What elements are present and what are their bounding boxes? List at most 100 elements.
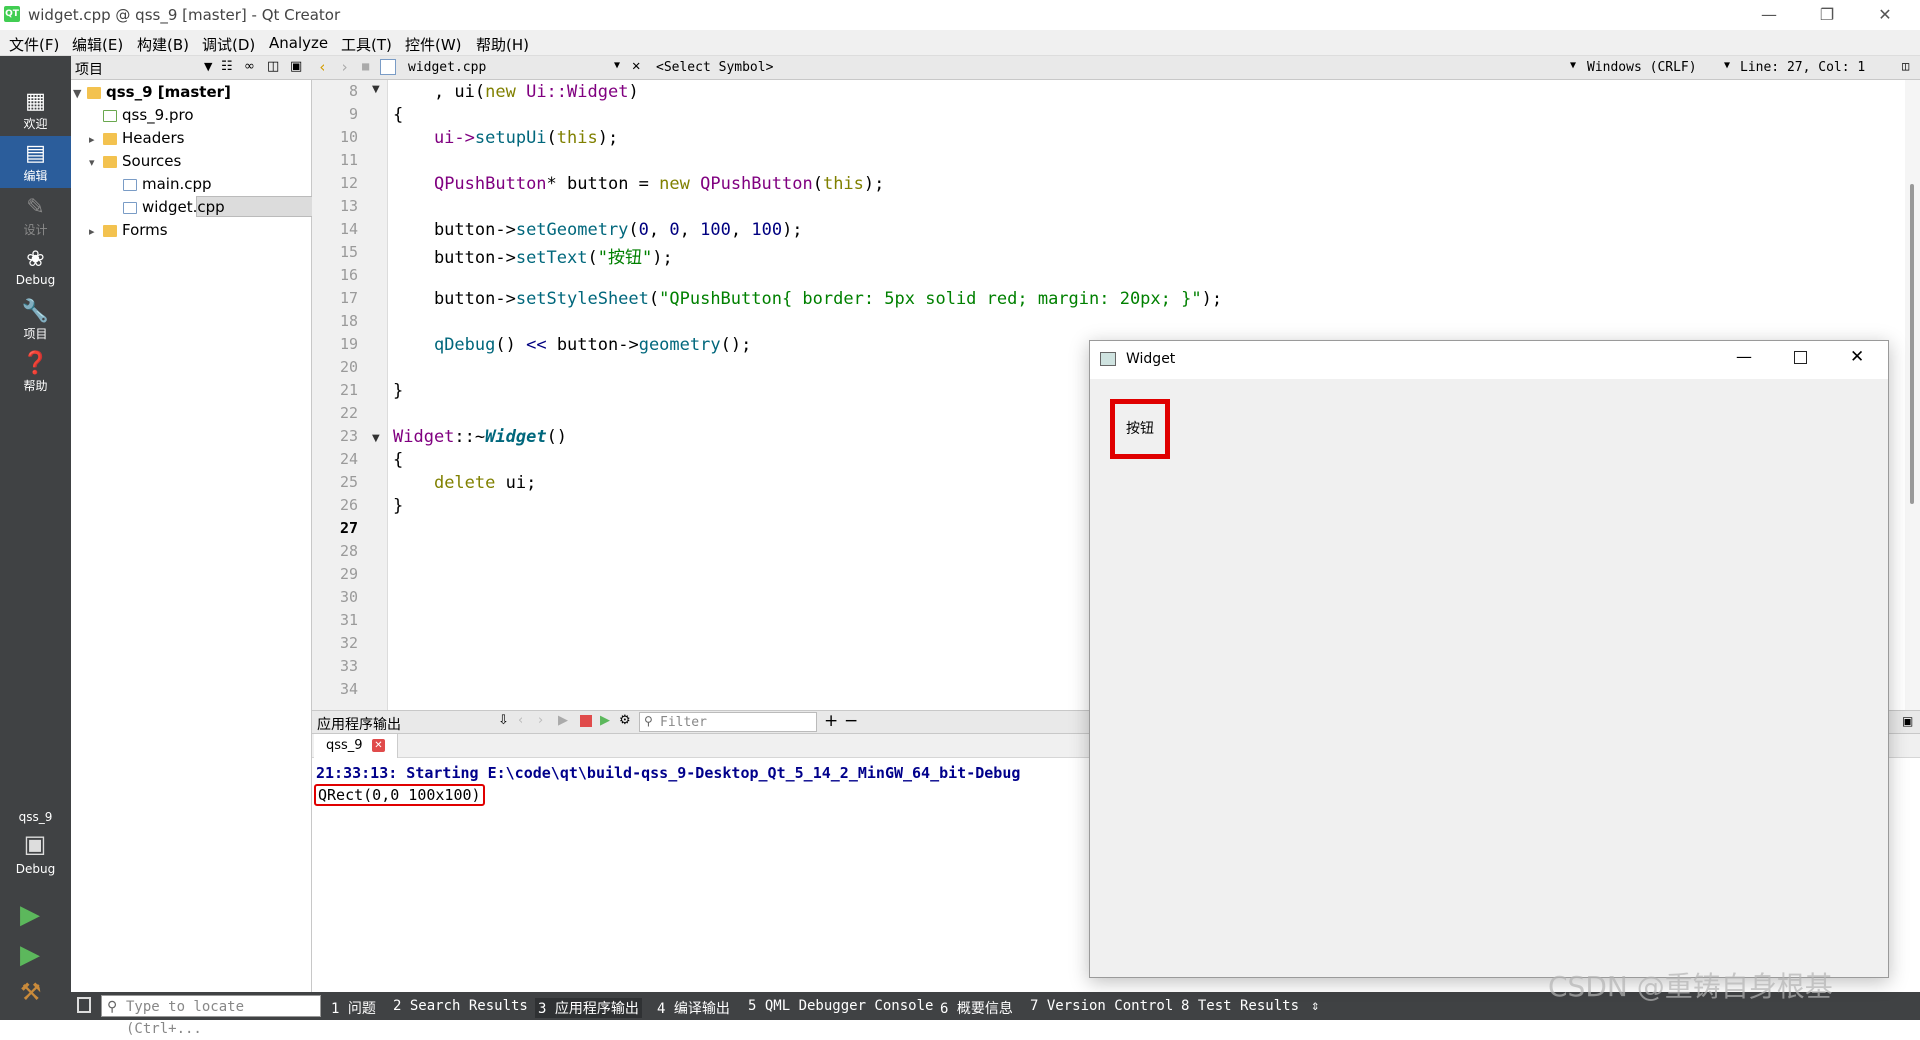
widget-window[interactable]: Widget — ✕ 按钮: [1089, 340, 1889, 978]
mode-help[interactable]: ❓ 帮助: [0, 346, 71, 398]
chevron-down-icon[interactable]: ▼: [204, 60, 212, 73]
toggle-sidebar-icon[interactable]: [77, 997, 91, 1013]
line-number: 15: [339, 243, 358, 261]
pane-tab-test-results[interactable]: 8 Test Results: [1181, 998, 1299, 1014]
filter-icon[interactable]: ☷: [221, 59, 233, 74]
styled-push-button[interactable]: 按钮: [1110, 399, 1170, 459]
code-line-14: button->setGeometry(0, 0, 100, 100);: [393, 220, 803, 240]
editor-scrollbar[interactable]: [1905, 80, 1920, 710]
menu-controls[interactable]: 控件(W): [405, 34, 462, 55]
mode-welcome[interactable]: ▦ 欢迎: [0, 84, 71, 136]
mode-debug[interactable]: ❀ Debug: [0, 242, 71, 294]
maximize-pane-icon[interactable]: ▣: [1902, 714, 1913, 728]
output-qrect-line: QRect(0,0 100x100): [314, 784, 485, 806]
back-arrow-icon[interactable]: ‹: [318, 58, 327, 76]
code-line-9: {: [393, 105, 404, 125]
next-icon[interactable]: ›: [538, 713, 543, 728]
pane-tab-qml-debugger[interactable]: 5 QML Debugger Console: [748, 998, 933, 1014]
line-number: 22: [339, 404, 358, 422]
cpp-file-icon: [123, 201, 137, 214]
forward-arrow-icon[interactable]: ›: [340, 58, 349, 76]
maximize-icon[interactable]: [1794, 351, 1807, 364]
minimize-icon[interactable]: —: [1736, 347, 1752, 366]
menu-analyze[interactable]: Analyze: [269, 34, 328, 52]
run-icon[interactable]: ▶: [20, 900, 40, 930]
tree-item-main-cpp[interactable]: main.cpp: [123, 175, 212, 193]
mode-selector: ▦ 欢迎 ▤ 编辑 ✎ 设计 ❀ Debug 🔧 项目 ❓ 帮助 qss_9 ▣…: [0, 56, 71, 1020]
remove-icon[interactable]: −: [844, 711, 858, 731]
settings-gear-icon[interactable]: ⚙: [619, 713, 631, 728]
tree-item-forms[interactable]: ▸ Forms: [89, 221, 168, 239]
line-number: 29: [339, 565, 358, 583]
line-number: 20: [339, 358, 358, 376]
project-pane-title: 项目: [75, 62, 103, 78]
tree-item-widget-cpp[interactable]: widget.cpp: [123, 198, 225, 216]
chevron-updown-icon[interactable]: ⇕: [1311, 998, 1319, 1014]
pane-tab-search-results[interactable]: 2 Search Results: [393, 998, 528, 1014]
mode-label: 设计: [23, 223, 48, 237]
tree-item-project[interactable]: ▼ qss_9 [master]: [73, 83, 231, 101]
monitor-icon[interactable]: ▣: [20, 830, 50, 858]
menu-debug[interactable]: 调试(D): [202, 34, 255, 55]
close-icon[interactable]: ✕: [1850, 347, 1864, 367]
menu-tools[interactable]: 工具(T): [341, 34, 392, 55]
clear-icon[interactable]: ⇩: [498, 713, 509, 728]
fold-marker-icon[interactable]: ▼: [372, 433, 380, 444]
symbol-selector[interactable]: <Select Symbol>: [656, 60, 773, 75]
project-icon: [87, 86, 101, 99]
mode-design[interactable]: ✎ 设计: [0, 190, 71, 242]
close-button[interactable]: ✕: [1856, 0, 1914, 30]
split-editor-icon[interactable]: ◫: [1902, 59, 1909, 73]
tree-item-sources[interactable]: ▾ Sources: [89, 152, 181, 170]
menu-build[interactable]: 构建(B): [137, 34, 189, 55]
line-number: 19: [339, 335, 358, 353]
tree-item-headers[interactable]: ▸ Headers: [89, 129, 184, 147]
split-icon[interactable]: ◫: [267, 59, 279, 74]
add-icon[interactable]: +: [824, 711, 838, 731]
link-icon[interactable]: ∞: [244, 59, 255, 74]
menu-file[interactable]: 文件(F): [9, 34, 59, 55]
chevron-right-icon[interactable]: ▸: [89, 225, 103, 238]
tree-item-pro-file[interactable]: qss_9.pro: [103, 106, 194, 124]
locator-input[interactable]: ⚲ Type to locate (Ctrl+...: [101, 995, 321, 1037]
build-hammer-icon[interactable]: ⚒: [20, 978, 42, 1006]
pane-tab-version-control[interactable]: 7 Version Control: [1030, 998, 1173, 1014]
close-document-icon[interactable]: ✕: [632, 58, 640, 74]
rerun-icon[interactable]: ▶: [558, 713, 568, 728]
menu-help[interactable]: 帮助(H): [476, 34, 529, 55]
minimize-button[interactable]: —: [1740, 0, 1798, 30]
pane-tab-compile-output[interactable]: 4 编译输出: [657, 998, 730, 1018]
scrollbar-thumb[interactable]: [1910, 184, 1914, 504]
chevron-down-icon[interactable]: ▼: [73, 87, 87, 100]
filter-input[interactable]: ⚲ Filter: [639, 712, 817, 732]
output-tab[interactable]: qss_9 ✕: [314, 734, 398, 758]
chevron-down-icon[interactable]: ▼: [1570, 60, 1576, 71]
line-number: 34: [339, 680, 358, 698]
pane-tab-issues[interactable]: 1 问题: [331, 998, 376, 1018]
close-tab-icon[interactable]: ✕: [372, 739, 385, 752]
cursor-position[interactable]: Line: 27, Col: 1: [1740, 60, 1865, 75]
pro-file-icon: [103, 109, 117, 122]
restore-button[interactable]: ❐: [1798, 0, 1856, 30]
debug-run-icon[interactable]: ▶: [20, 940, 40, 970]
chevron-down-icon[interactable]: ▼: [614, 60, 620, 71]
close-pane-icon[interactable]: ▣: [290, 59, 302, 74]
mode-projects[interactable]: 🔧 项目: [0, 294, 71, 346]
chevron-down-icon[interactable]: ▾: [89, 156, 103, 169]
mode-edit[interactable]: ▤ 编辑: [0, 136, 71, 188]
chevron-down-icon[interactable]: ▼: [1724, 60, 1730, 71]
fold-marker-icon[interactable]: ▼: [372, 84, 380, 95]
project-pane-header: 项目 ▼ ☷ ∞ ◫ ▣: [71, 56, 312, 80]
prev-icon[interactable]: ‹: [518, 713, 523, 728]
chevron-right-icon[interactable]: ▸: [89, 133, 103, 146]
attach-debugger-icon[interactable]: ▶: [600, 713, 610, 728]
line-number: 21: [339, 381, 358, 399]
line-ending-selector[interactable]: Windows (CRLF): [1587, 60, 1697, 75]
app-window-icon: [1100, 352, 1116, 366]
open-file-name[interactable]: widget.cpp: [408, 60, 486, 75]
pane-tab-application-output[interactable]: 3 应用程序输出: [535, 998, 642, 1018]
mode-label: 帮助: [23, 379, 48, 393]
stop-icon[interactable]: [580, 715, 592, 727]
menu-edit[interactable]: 编辑(E): [72, 34, 123, 55]
pane-tab-overview[interactable]: 6 概要信息: [940, 998, 1013, 1018]
